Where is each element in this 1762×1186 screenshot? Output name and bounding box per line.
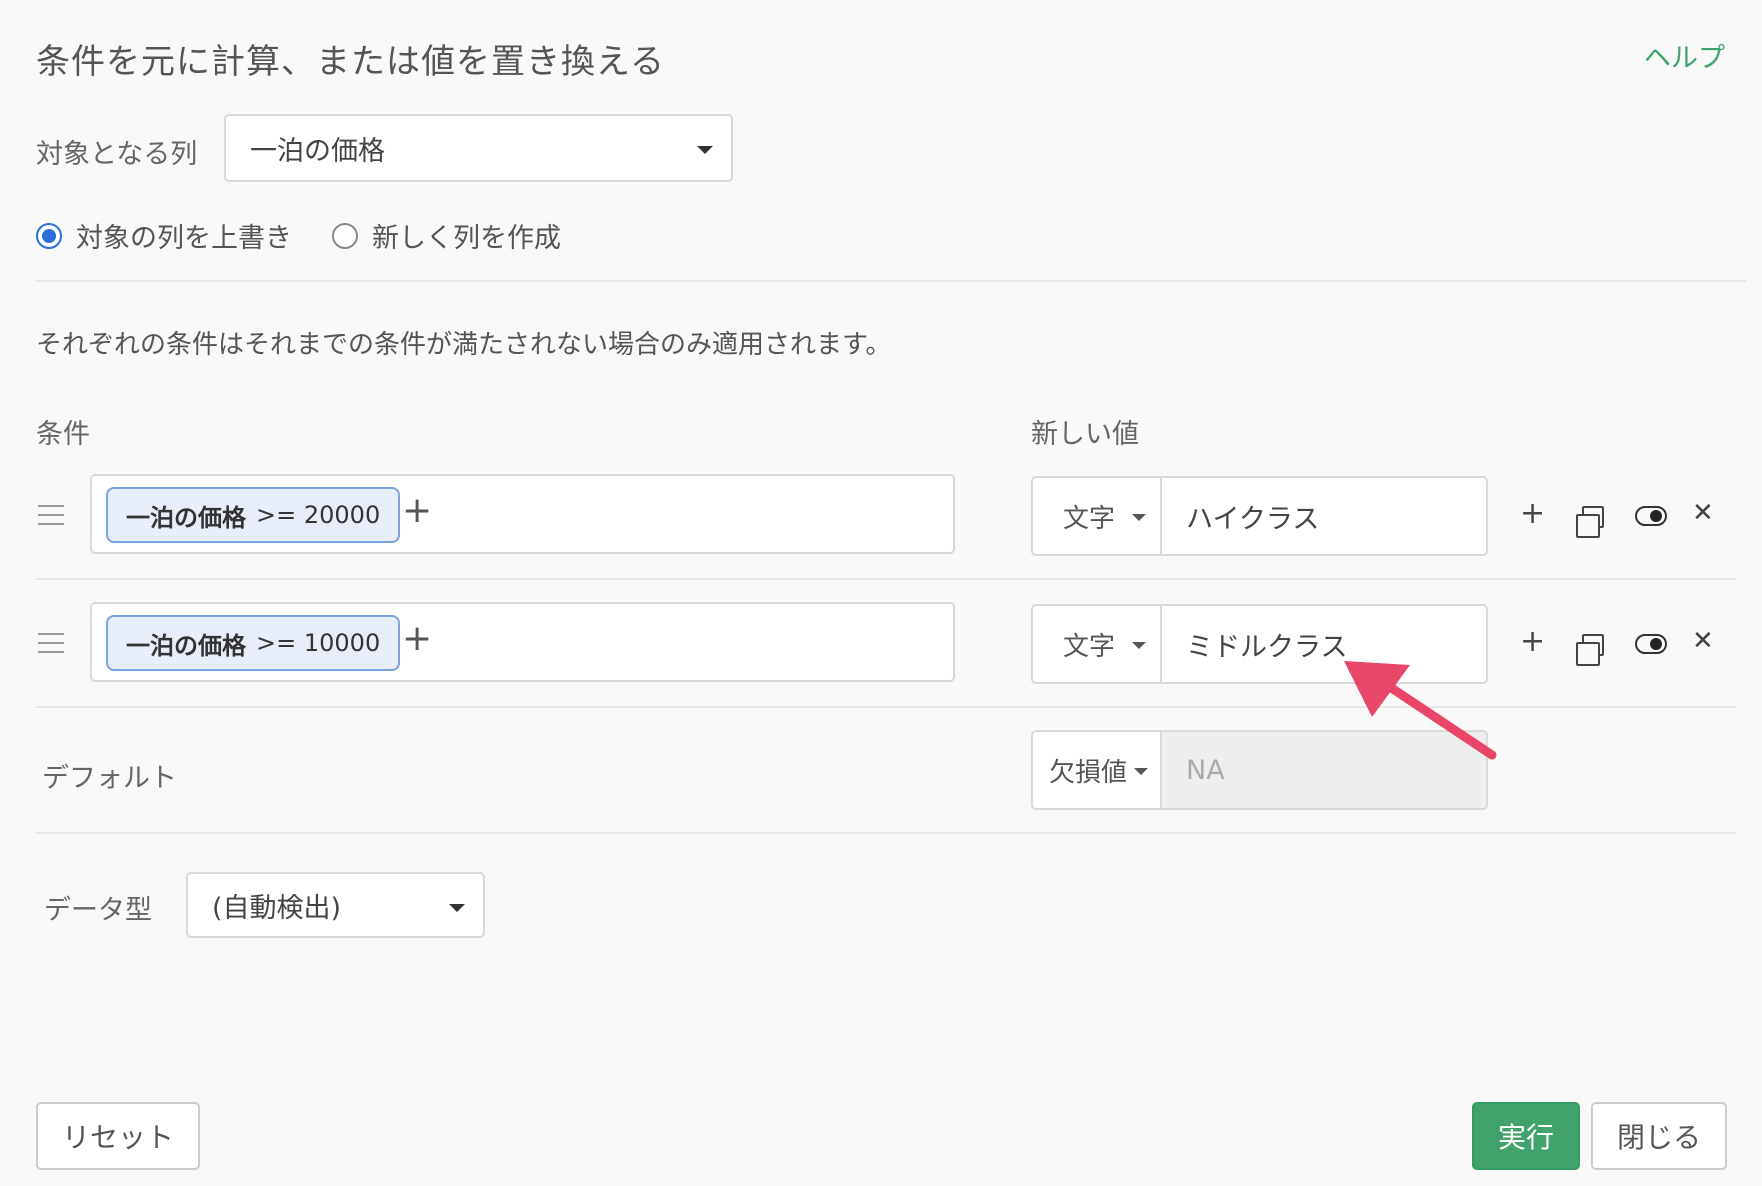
divider <box>36 280 1746 282</box>
condition-operand: 20000 <box>303 501 381 529</box>
rule-order-note: それぞれの条件はそれまでの条件が満たされない場合のみ適用されます。 <box>36 330 892 360</box>
run-button[interactable]: 実行 <box>1472 1102 1580 1170</box>
chevron-down-icon <box>1132 642 1146 649</box>
chevron-down-icon <box>697 146 713 154</box>
condition-operand: 10000 <box>303 629 381 657</box>
target-column-value: 一泊の価格 <box>250 135 385 167</box>
target-column-select[interactable]: 一泊の価格 <box>224 114 733 182</box>
data-type-value: (自動検出) <box>212 892 342 924</box>
condition-header: 条件 <box>36 419 90 450</box>
new-value-header: 新しい値 <box>1031 419 1139 450</box>
drag-handle-icon[interactable] <box>38 505 64 532</box>
add-condition-button[interactable]: + <box>402 618 432 659</box>
new-column-radio[interactable] <box>332 222 358 249</box>
chevron-down-icon <box>1132 514 1146 521</box>
help-link[interactable]: ヘルプ <box>1644 36 1725 75</box>
condition-column: 一泊の価格 <box>126 503 246 532</box>
add-rule-button[interactable]: + <box>1520 624 1545 659</box>
dialog-title: 条件を元に計算、または値を置き換える <box>36 42 665 82</box>
value-type-label: 文字 <box>1063 631 1116 662</box>
condition-chip[interactable]: 一泊の価格 >= 20000 <box>106 487 401 543</box>
condition-operator: >= <box>256 629 297 657</box>
new-column-radio-label[interactable]: 新しく列を作成 <box>372 216 561 255</box>
duplicate-rule-icon[interactable] <box>1576 506 1604 538</box>
condition-operator: >= <box>256 501 297 529</box>
default-type-label: 欠損値 <box>1049 757 1128 788</box>
condition-box[interactable]: 一泊の価格 >= 20000 + <box>90 474 955 554</box>
default-label: デフォルト <box>42 763 177 794</box>
chevron-down-icon <box>449 904 465 912</box>
chevron-down-icon <box>1134 768 1148 775</box>
value-type-select[interactable]: 文字 <box>1031 476 1160 556</box>
close-button[interactable]: 閉じる <box>1591 1102 1727 1170</box>
add-rule-button[interactable]: + <box>1520 496 1545 531</box>
divider <box>36 832 1736 834</box>
overwrite-radio-label[interactable]: 対象の列を上書き <box>76 216 292 255</box>
new-value-input[interactable]: ハイクラス <box>1160 476 1488 556</box>
value-type-label: 文字 <box>1063 503 1116 534</box>
condition-box[interactable]: 一泊の価格 >= 10000 + <box>90 602 955 682</box>
value-type-select[interactable]: 文字 <box>1031 604 1160 684</box>
annotation-arrow-icon <box>1344 661 1497 760</box>
toggle-visibility-icon[interactable] <box>1635 634 1667 654</box>
toggle-visibility-icon[interactable] <box>1635 506 1667 526</box>
add-condition-button[interactable]: + <box>402 490 432 531</box>
reset-button[interactable]: リセット <box>36 1102 200 1170</box>
remove-rule-button[interactable]: ✕ <box>1692 626 1714 656</box>
output-mode-group: 対象の列を上書き 新しく列を作成 <box>36 216 601 255</box>
data-type-select[interactable]: (自動検出) <box>186 872 485 938</box>
condition-column: 一泊の価格 <box>126 631 246 660</box>
drag-handle-icon[interactable] <box>38 633 64 660</box>
target-column-label: 対象となる列 <box>36 139 198 170</box>
duplicate-rule-icon[interactable] <box>1576 634 1604 666</box>
remove-rule-button[interactable]: ✕ <box>1692 498 1714 528</box>
default-type-select[interactable]: 欠損値 <box>1031 730 1160 810</box>
overwrite-radio[interactable] <box>36 222 62 249</box>
divider <box>36 578 1736 580</box>
condition-chip[interactable]: 一泊の価格 >= 10000 <box>106 615 401 671</box>
calc-replace-dialog: 条件を元に計算、または値を置き換える ヘルプ 対象となる列 一泊の価格 対象の列… <box>0 0 1762 1186</box>
data-type-label: データ型 <box>44 895 152 926</box>
